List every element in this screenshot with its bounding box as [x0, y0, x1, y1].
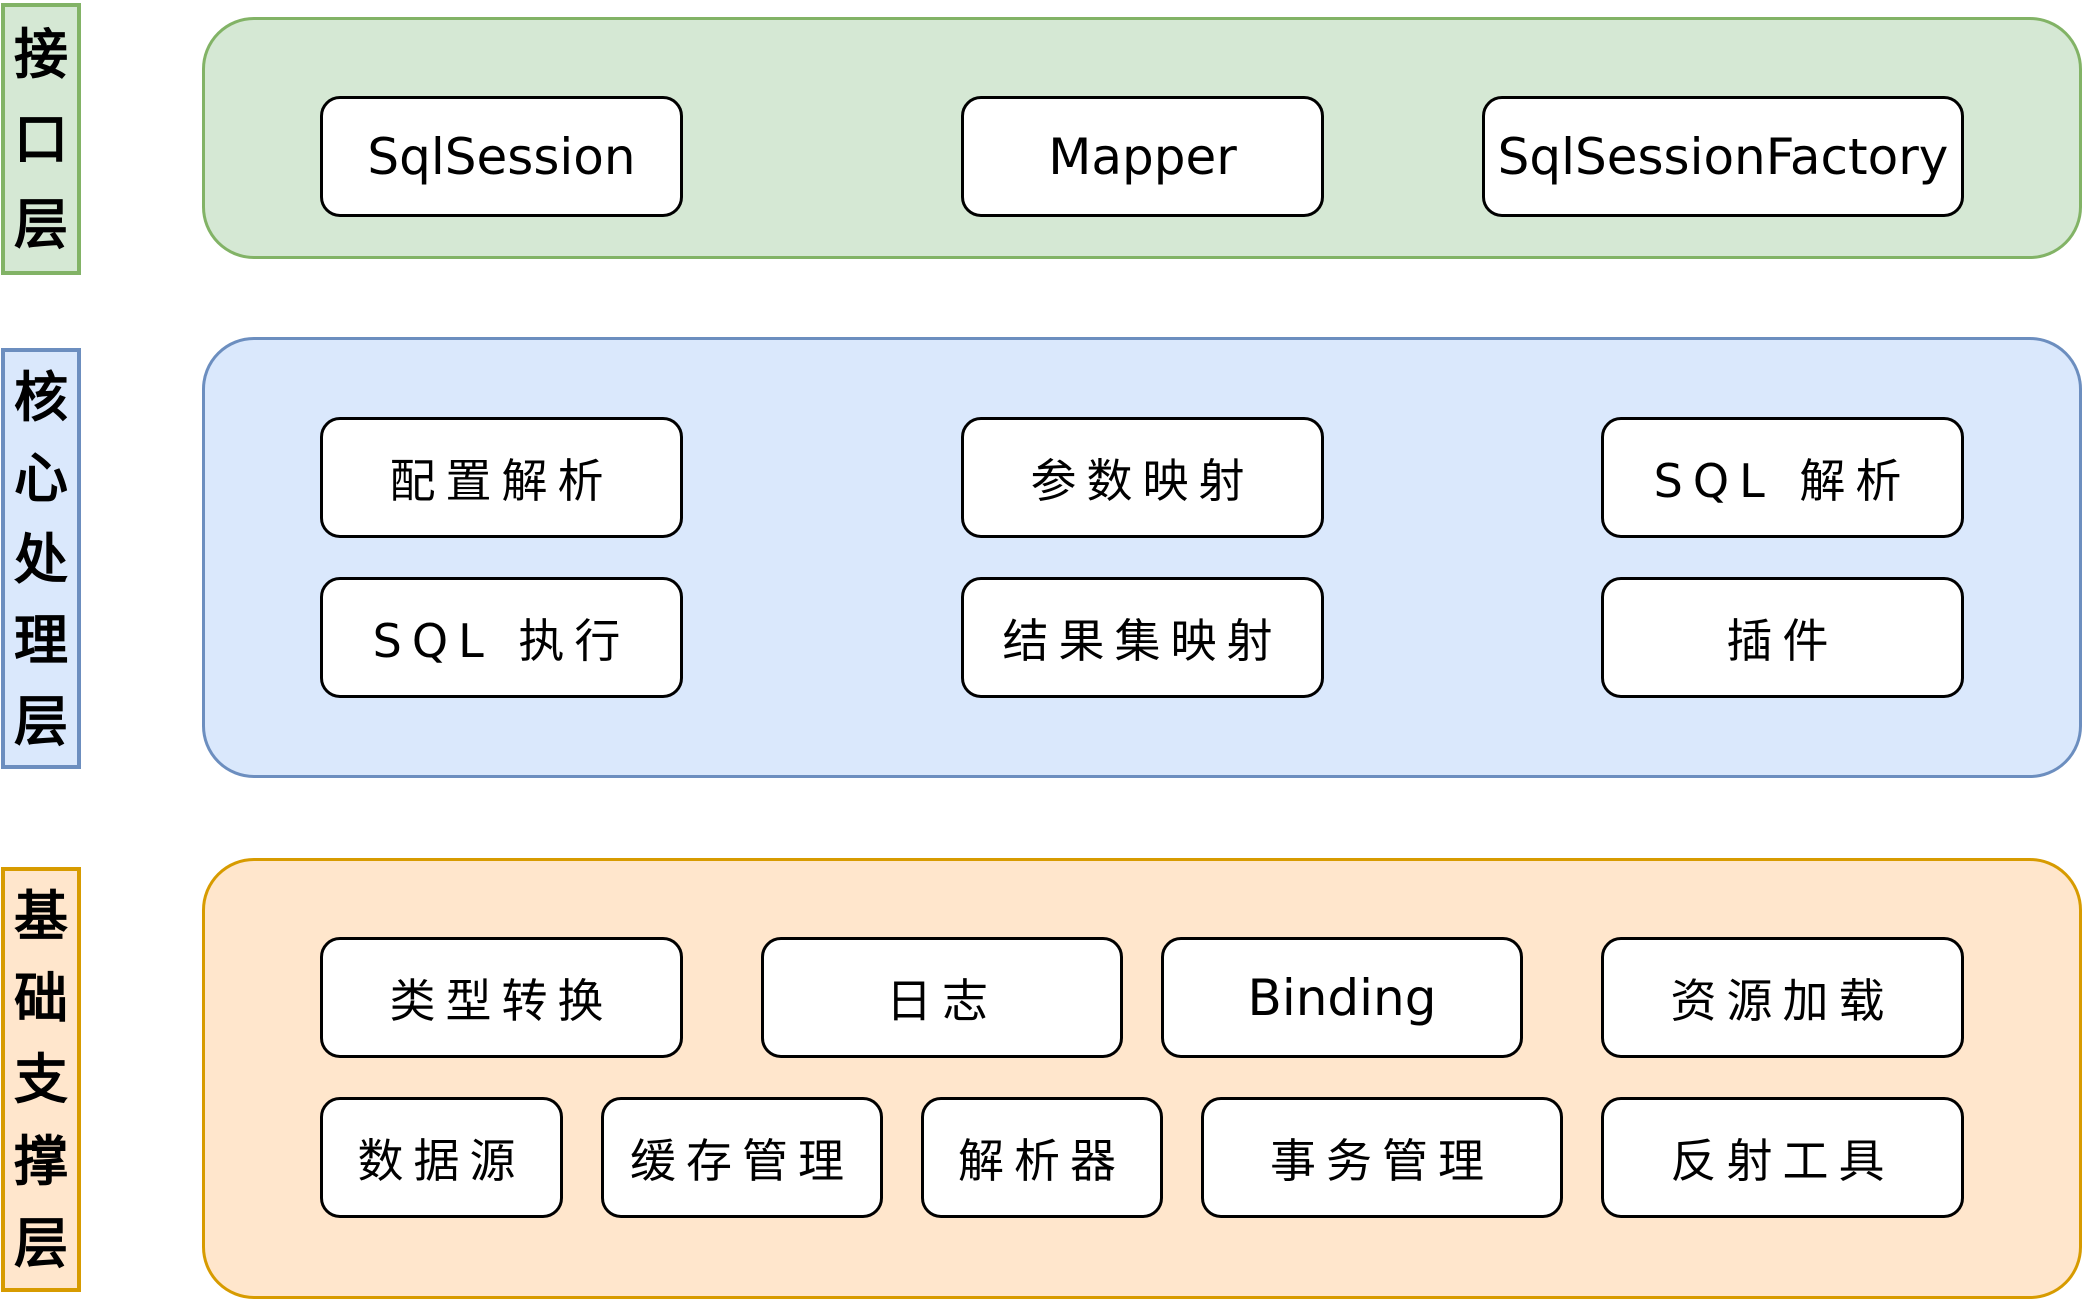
transaction-management-box: 事务管理	[1201, 1097, 1563, 1218]
label-char: 层	[14, 192, 68, 257]
label-char: 层	[14, 688, 68, 753]
label-char: 处	[14, 526, 68, 591]
plugin-box: 插件	[1601, 577, 1964, 698]
reflection-tools-box: 反射工具	[1601, 1097, 1964, 1218]
sql-parsing-box: SQL 解析	[1601, 417, 1964, 538]
binding-box: Binding	[1161, 937, 1523, 1058]
label-char: 理	[14, 607, 68, 672]
resource-loading-box: 资源加载	[1601, 937, 1964, 1058]
label-char: 撑	[14, 1129, 68, 1194]
sqlsession-box: SqlSession	[320, 96, 683, 217]
foundation-layer-panel	[202, 858, 2082, 1299]
label-char: 口	[14, 106, 68, 171]
label-char: 心	[14, 445, 68, 510]
label-char: 支	[14, 1047, 68, 1112]
label-char: 接	[14, 21, 68, 86]
parameter-mapping-box: 参数映射	[961, 417, 1324, 538]
label-char: 层	[14, 1211, 68, 1276]
core-layer-label: 核 心 处 理 层	[1, 348, 81, 769]
type-conversion-box: 类型转换	[320, 937, 683, 1058]
sql-execution-box: SQL 执行	[320, 577, 683, 698]
result-set-mapping-box: 结果集映射	[961, 577, 1324, 698]
core-layer-panel	[202, 337, 2082, 778]
sqlsessionfactory-box: SqlSessionFactory	[1482, 96, 1964, 217]
foundation-layer-label: 基 础 支 撑 层	[1, 867, 81, 1292]
mapper-box: Mapper	[961, 96, 1324, 217]
cache-management-box: 缓存管理	[601, 1097, 883, 1218]
label-char: 础	[14, 965, 68, 1030]
data-source-box: 数据源	[320, 1097, 563, 1218]
parser-box: 解析器	[921, 1097, 1163, 1218]
config-parsing-box: 配置解析	[320, 417, 683, 538]
label-char: 基	[14, 883, 68, 948]
label-char: 核	[14, 364, 68, 429]
interface-layer-label: 接 口 层	[1, 3, 81, 275]
logging-box: 日志	[761, 937, 1123, 1058]
